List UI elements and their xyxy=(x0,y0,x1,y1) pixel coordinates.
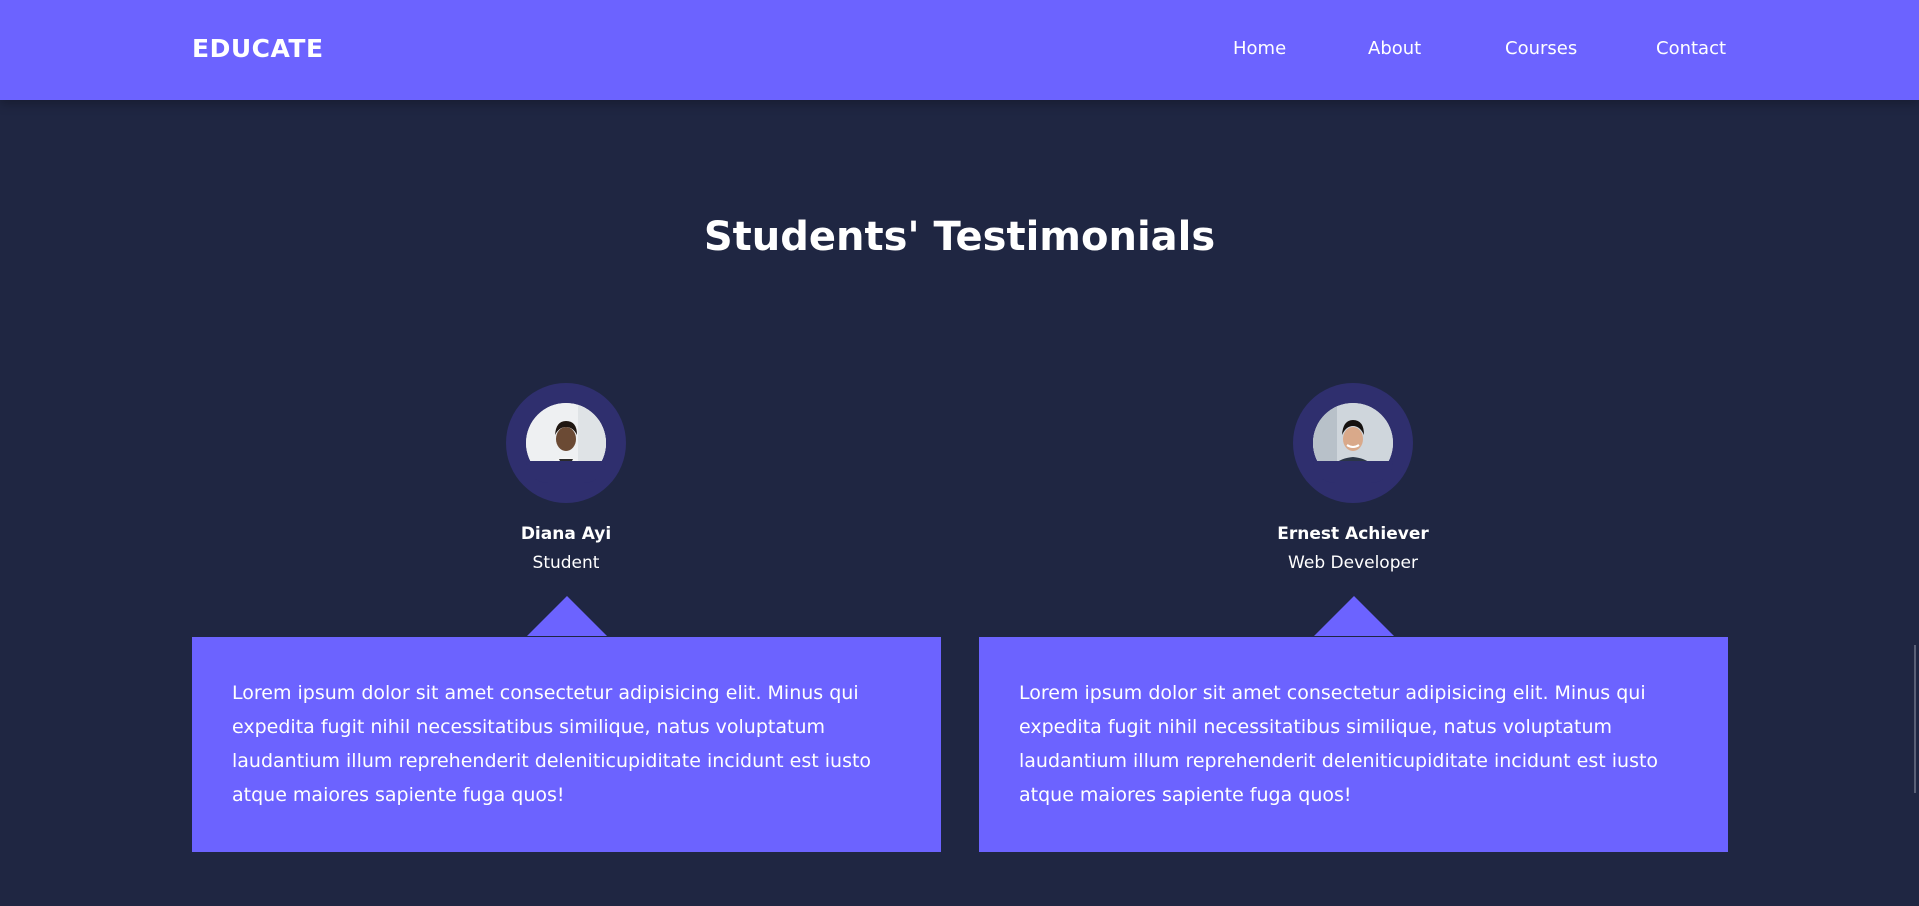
testimonial-text: Lorem ipsum dolor sit amet consectetur a… xyxy=(232,682,872,806)
nav-link-home[interactable]: Home xyxy=(1233,38,1286,59)
nav-link-about[interactable]: About xyxy=(1368,38,1421,59)
avatar-ring xyxy=(506,383,626,503)
testimonial-card-1: Lorem ipsum dolor sit amet consectetur a… xyxy=(192,637,941,852)
card-pointer xyxy=(527,596,607,636)
testimonial-author-1: Diana Ayi Student xyxy=(416,383,716,573)
testimonial-card-2: Lorem ipsum dolor sit amet consectetur a… xyxy=(979,637,1728,852)
testimonial-text: Lorem ipsum dolor sit amet consectetur a… xyxy=(1019,682,1659,806)
author-role: Student xyxy=(532,553,600,573)
section-title: Students' Testimonials xyxy=(703,214,1216,260)
testimonial-author-2: Ernest Achiever Web Developer xyxy=(1203,383,1503,573)
nav-link-courses[interactable]: Courses xyxy=(1505,38,1577,59)
nav-link-contact[interactable]: Contact xyxy=(1656,38,1726,59)
avatar-ring xyxy=(1293,383,1413,503)
card-pointer xyxy=(1314,596,1394,636)
author-role: Web Developer xyxy=(1288,553,1418,573)
author-name: Ernest Achiever xyxy=(1277,524,1429,544)
author-name: Diana Ayi xyxy=(520,524,612,544)
navbar: EDUCATE Home About Courses Contact xyxy=(0,0,1919,100)
scrollbar-thumb[interactable] xyxy=(1914,645,1916,793)
nav-menu: Home About Courses Contact xyxy=(0,38,1919,62)
